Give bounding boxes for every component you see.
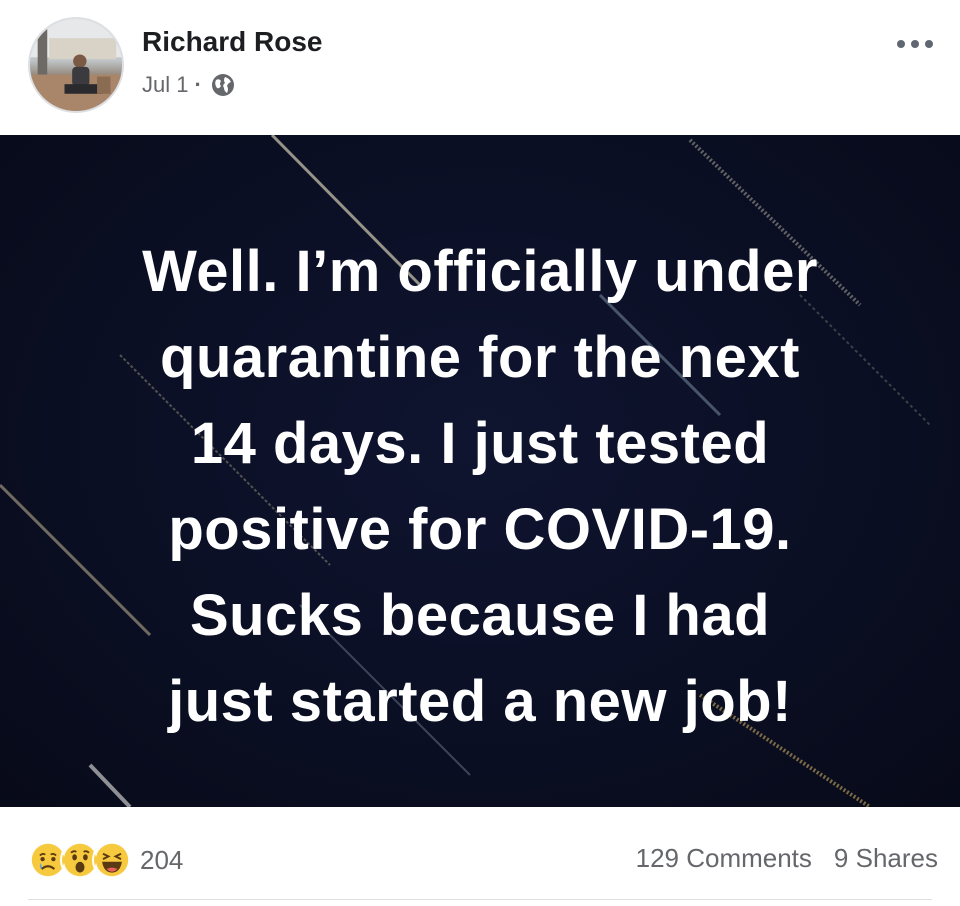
- footer-divider: [28, 899, 932, 900]
- author-name[interactable]: Richard Rose: [142, 26, 323, 58]
- post-text-line: just started a new job!: [168, 669, 792, 734]
- post-meta: Jul 1 ·: [142, 72, 236, 98]
- reaction-count: 204: [140, 844, 184, 875]
- post-header: Richard Rose Jul 1 ·: [0, 0, 960, 135]
- post-text-line: positive for COVID-19.: [168, 497, 792, 562]
- post-text-line: quarantine for the next: [160, 325, 800, 390]
- globe-icon: [210, 72, 236, 98]
- post-image[interactable]: Well. I’m officially under quarantine fo…: [0, 135, 960, 807]
- reactions-summary[interactable]: 204: [28, 840, 183, 880]
- comments-count-link[interactable]: 129 Comments: [636, 843, 812, 874]
- post-footer: 204 129 Comments 9 Shares: [0, 807, 960, 906]
- author-avatar[interactable]: [28, 17, 124, 113]
- haha-reaction-icon: [92, 840, 132, 880]
- meta-separator: ·: [194, 72, 202, 97]
- shares-count-link[interactable]: 9 Shares: [834, 843, 938, 874]
- post-text-line: 14 days. I just tested: [190, 411, 770, 476]
- engagement-counts: 129 Comments 9 Shares: [636, 843, 938, 874]
- more-options-button[interactable]: [892, 34, 938, 54]
- post-text: Well. I’m officially under quarantine fo…: [0, 229, 960, 745]
- post-date[interactable]: Jul 1: [142, 72, 188, 98]
- avatar-photo: [30, 19, 122, 111]
- post-text-line: Well. I’m officially under: [142, 239, 818, 304]
- post-text-line: Sucks because I had: [189, 583, 771, 648]
- more-dots-icon: [897, 40, 905, 48]
